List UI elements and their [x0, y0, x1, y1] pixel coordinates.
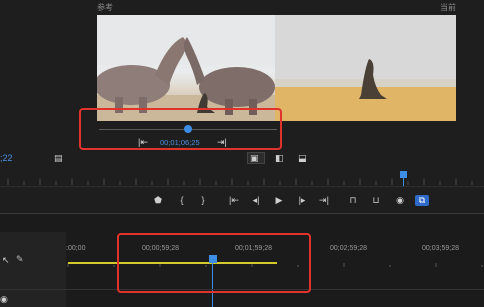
timeline-top-border — [0, 213, 484, 214]
monitor-playhead[interactable] — [400, 171, 407, 178]
play-icon[interactable]: ▶ — [272, 195, 286, 206]
export-frame-icon[interactable]: ◉ — [393, 195, 407, 206]
wrench-icon[interactable]: ✎ — [16, 254, 24, 265]
program-label: 当前 — [440, 3, 456, 12]
step-forward-icon[interactable]: |▸ — [295, 195, 309, 206]
add-marker-icon[interactable]: ⬟ — [151, 195, 165, 206]
timeline-timecode-0: :00;00 — [66, 245, 86, 252]
side-by-side-view-icon[interactable]: ◧ — [275, 153, 284, 164]
horizontal-split-view-icon[interactable]: ⬓ — [298, 153, 307, 164]
premiere-window: 参考 当前 |⇤ 00;01;06;25 ⇥| ;22 ▤ ▣ ◧ ⬓ ⬟ {… — [0, 0, 484, 307]
source-video-frame — [97, 15, 275, 121]
program-timecode-partial[interactable]: ;22 — [0, 153, 13, 163]
go-to-out-button-icon[interactable]: ⇥| — [317, 195, 331, 206]
step-back-icon[interactable]: ◂| — [249, 195, 263, 206]
highlight-box-source-controls — [79, 108, 282, 150]
eye-icon[interactable]: ◉ — [0, 294, 8, 305]
snap-icon[interactable]: ↖ — [2, 255, 10, 266]
hippo-image — [97, 15, 275, 121]
monitor-playhead-line — [403, 178, 404, 186]
monitor-time-ruler[interactable] — [0, 174, 484, 186]
go-to-in-button-icon[interactable]: |⇤ — [227, 195, 241, 206]
highlight-box-timeline — [117, 233, 311, 293]
comparison-view-icon[interactable]: ⧉ — [415, 195, 429, 206]
program-video-frame — [275, 15, 456, 121]
vertical-split-view-icon[interactable]: ▣ — [250, 153, 259, 164]
timeline-timecode-4: 00;03;59;28 — [422, 245, 459, 252]
extract-icon[interactable]: ⊔ — [369, 195, 383, 206]
track-header-panel — [0, 232, 66, 307]
mark-out-icon[interactable]: } — [196, 195, 210, 205]
book-icon[interactable]: ▤ — [54, 153, 63, 164]
sea-lion-image — [275, 15, 456, 121]
monitor-divider — [0, 186, 484, 187]
mark-in-icon[interactable]: { — [175, 195, 189, 205]
source-label: 参考 — [97, 3, 113, 12]
timeline-timecode-3: 00;02;59;28 — [330, 245, 367, 252]
lift-icon[interactable]: ⊓ — [346, 195, 360, 206]
